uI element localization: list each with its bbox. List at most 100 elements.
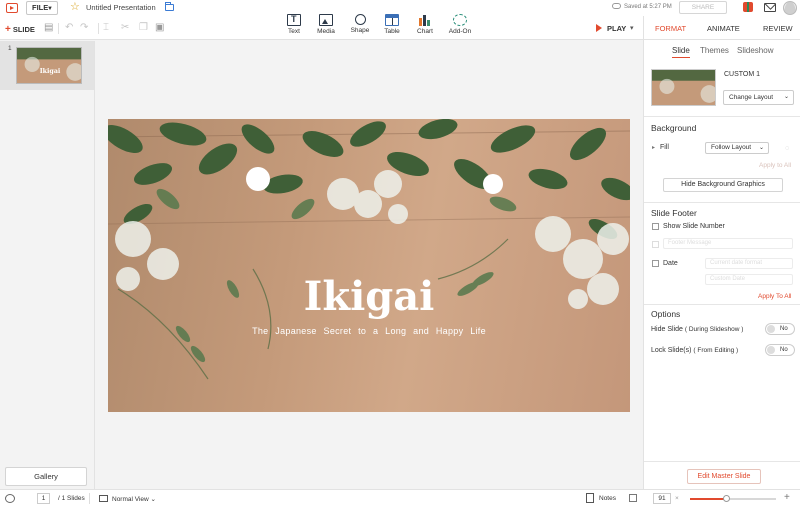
status-bar: 1 / 1 Slides Normal View ⌄ Notes 91 × + xyxy=(0,489,800,507)
footer-apply-to-all-link[interactable]: Apply To All xyxy=(758,293,791,300)
hide-slide-toggle[interactable]: No xyxy=(765,323,795,335)
hide-bg-graphics-label: Hide Background Graphics xyxy=(681,181,765,188)
notes-icon[interactable] xyxy=(586,493,594,503)
layout-name: CUSTOM 1 xyxy=(724,71,761,78)
play-options-chevron-icon[interactable]: ▾ xyxy=(630,24,634,32)
lock-slide-toggle[interactable]: No xyxy=(765,344,795,356)
change-layout-dropdown[interactable]: Change Layout ⌄ xyxy=(723,90,794,105)
gift-icon[interactable] xyxy=(743,2,753,12)
chevron-down-icon: ⌄ xyxy=(758,145,764,151)
tab-review[interactable]: REVIEW xyxy=(763,24,793,33)
lock-slide-label: Lock Slide(s) ( From Editing ) xyxy=(651,347,738,354)
gallery-button[interactable]: Gallery xyxy=(5,467,87,486)
chat-icon[interactable] xyxy=(5,494,15,503)
expand-arrow-icon[interactable]: ▸ xyxy=(652,144,655,151)
layout-icon[interactable]: ▤ xyxy=(44,22,53,34)
slide-canvas[interactable]: Ikigai The Japanese Secret to a Long and… xyxy=(108,119,630,412)
play-button[interactable]: PLAY xyxy=(596,24,626,33)
insert-text-button[interactable]: Text xyxy=(277,14,311,35)
status-divider xyxy=(89,493,90,504)
share-button[interactable]: SHARE xyxy=(679,1,727,14)
insert-chart-button[interactable]: Chart xyxy=(408,14,442,35)
zoom-slider[interactable] xyxy=(690,495,776,502)
subtab-slide[interactable]: Slide xyxy=(672,46,690,58)
plus-icon: + xyxy=(5,24,11,35)
save-status: Saved at 5:27 PM xyxy=(624,4,672,10)
subtab-themes[interactable]: Themes xyxy=(700,46,729,55)
bg-apply-to-all-link[interactable]: Apply to All xyxy=(759,162,791,169)
date-checkbox[interactable] xyxy=(652,260,659,267)
copy-icon[interactable]: ❐ xyxy=(139,22,148,34)
insert-addon-button[interactable]: Add-On xyxy=(443,14,477,35)
chevron-down-icon: ▼ xyxy=(47,6,53,12)
folder-icon[interactable] xyxy=(165,2,174,11)
divider xyxy=(644,461,800,462)
insert-table-button[interactable]: Table xyxy=(375,14,409,35)
zoom-slider-handle[interactable] xyxy=(723,495,731,502)
slide-subtitle[interactable]: The Japanese Secret to a Long and Happy … xyxy=(108,326,630,336)
avatar[interactable] xyxy=(783,1,797,15)
add-slide-label: SLIDE xyxy=(12,25,35,34)
notes-button[interactable]: Notes xyxy=(599,495,616,502)
slide-footer-section-title: Slide Footer xyxy=(651,208,697,218)
hide-slide-hint: ( During Slideshow ) xyxy=(684,326,744,333)
background-section-title: Background xyxy=(651,123,697,133)
layout-thumbnail[interactable] xyxy=(651,69,716,106)
slide-title[interactable]: Ikigai xyxy=(108,274,630,320)
zoom-input[interactable]: 91 xyxy=(653,493,671,504)
tab-animate[interactable]: ANIMATE xyxy=(707,24,740,33)
edit-master-slide-label: Edit Master Slide xyxy=(697,473,751,480)
addon-icon xyxy=(453,14,467,26)
show-slide-number-checkbox[interactable] xyxy=(652,223,659,230)
hide-bg-graphics-button[interactable]: Hide Background Graphics xyxy=(663,178,783,192)
fill-label: Fill xyxy=(660,144,669,151)
tab-format[interactable]: FORMAT xyxy=(655,24,686,33)
page-number-input[interactable]: 1 xyxy=(37,493,50,504)
file-menu-button[interactable]: FILE ▼ xyxy=(26,1,58,15)
play-label: PLAY xyxy=(607,24,627,33)
footer-message-field[interactable]: Footer Message xyxy=(663,238,793,249)
date-format-field[interactable]: Current date format xyxy=(705,258,793,269)
add-slide-button[interactable]: + SLIDE xyxy=(5,24,35,35)
custom-date-field[interactable]: Custom Date xyxy=(705,274,793,285)
table-icon xyxy=(385,14,399,26)
document-title[interactable]: Untitled Presentation xyxy=(86,3,156,12)
date-label: Date xyxy=(663,260,678,267)
mail-icon[interactable] xyxy=(764,3,776,12)
fill-dropdown[interactable]: Follow Layout ⌄ xyxy=(705,142,769,154)
media-icon xyxy=(319,14,333,26)
edit-master-slide-button[interactable]: Edit Master Slide xyxy=(687,469,761,484)
custom-date-value: Custom Date xyxy=(710,276,746,282)
insert-shape-button[interactable]: Shape xyxy=(343,14,377,34)
cut-icon[interactable]: ✂ xyxy=(121,22,129,34)
subtab-slideshow[interactable]: Slideshow xyxy=(737,46,773,55)
zoom-in-icon[interactable]: + xyxy=(784,492,790,503)
options-section-title: Options xyxy=(651,309,681,319)
insert-media-button[interactable]: Media xyxy=(309,14,343,35)
undo-icon[interactable]: ↶ xyxy=(65,22,73,34)
chart-icon xyxy=(418,14,432,26)
footer-message-checkbox[interactable] xyxy=(652,241,659,248)
slide-number: 1 xyxy=(8,45,12,52)
play-icon xyxy=(596,24,602,32)
slide-thumbnail-1[interactable]: 1 Ikigai xyxy=(0,41,94,90)
paste-icon[interactable]: ▣ xyxy=(155,22,164,34)
redo-icon[interactable]: ↷ xyxy=(80,22,88,34)
shape-icon xyxy=(354,14,366,25)
fit-to-screen-icon[interactable] xyxy=(629,494,637,502)
chevron-down-icon: ⌄ xyxy=(783,94,789,100)
app-logo-icon xyxy=(6,3,18,13)
lock-slide-hint: ( From Editing ) xyxy=(693,347,739,354)
view-mode-dropdown[interactable]: Normal View ⌄ xyxy=(112,495,156,503)
insert-addon-label: Add-On xyxy=(448,28,472,35)
change-layout-label: Change Layout xyxy=(729,94,774,101)
hide-slide-toggle-value: No xyxy=(780,326,788,332)
fill-value: Follow Layout xyxy=(711,144,752,151)
toolbar-divider xyxy=(58,23,59,34)
zoom-out-icon[interactable]: × xyxy=(675,495,679,502)
fill-color-icon[interactable]: ◌ xyxy=(785,145,789,152)
star-icon[interactable]: ☆ xyxy=(70,1,80,13)
panel-tabs: FORMAT ANIMATE REVIEW xyxy=(644,16,800,40)
format-painter-icon[interactable]: ⌶ xyxy=(103,22,109,34)
slides-panel: 1 Ikigai Gallery xyxy=(0,41,95,489)
